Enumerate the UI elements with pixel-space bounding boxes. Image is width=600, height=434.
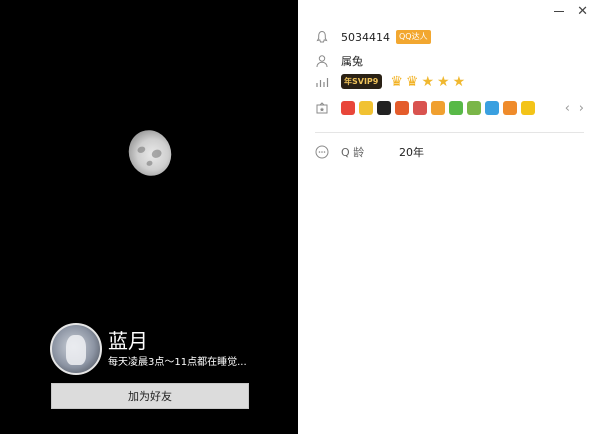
crown-icon: ♛ xyxy=(405,73,419,90)
close-icon[interactable]: ✕ xyxy=(577,5,588,18)
star-icon: ★ xyxy=(452,73,466,90)
qq-red-icon[interactable] xyxy=(395,101,409,115)
star-icon: ★ xyxy=(437,73,450,90)
qq-number: 5034414 xyxy=(341,30,390,44)
nickname: 蓝月 xyxy=(108,329,148,353)
q-age-value: 20年 xyxy=(399,146,424,159)
level-row: 年SVIP9 ♛ ♛ ★ ★ ★ xyxy=(315,74,465,89)
qq-fan-icon[interactable] xyxy=(449,101,463,115)
minimize-icon[interactable] xyxy=(554,11,564,12)
service-icon xyxy=(315,101,329,115)
qq-number-row: 5034414 QQ达人 xyxy=(315,30,431,44)
star-icon: ★ xyxy=(421,73,435,90)
qq-bin-icon[interactable] xyxy=(467,101,481,115)
penguin-icon xyxy=(315,30,329,44)
add-friend-button[interactable]: 加为好友 xyxy=(51,383,249,409)
qq-mail-icon[interactable] xyxy=(413,101,427,115)
zodiac-text: 属兔 xyxy=(341,55,363,68)
level-chart-icon xyxy=(315,75,329,89)
qq-diamond-icon[interactable] xyxy=(521,101,535,115)
profile-info-panel: ✕ 5034414 QQ达人 属兔 年SVIP9 ♛ ♛ ★ ★ ★ ‹ › Q… xyxy=(298,0,600,434)
moon-crater xyxy=(145,159,154,167)
more-icon xyxy=(315,145,329,159)
moon-crater xyxy=(136,145,147,154)
qq-penguin-icon[interactable] xyxy=(377,101,391,115)
signature: 每天凌晨3点～11点都在睡觉... xyxy=(108,357,247,368)
moon-image xyxy=(122,124,178,182)
qq-show-icon[interactable] xyxy=(341,101,355,115)
services-row xyxy=(315,101,535,115)
level-icons[interactable]: ♛ ♛ ★ ★ ★ xyxy=(390,75,465,89)
qq-expert-badge[interactable]: QQ达人 xyxy=(396,30,431,44)
qq-cloud-icon[interactable] xyxy=(485,101,499,115)
svip-badge[interactable]: 年SVIP9 xyxy=(341,74,383,89)
user-icon xyxy=(315,54,329,68)
qq-pet-icon[interactable] xyxy=(359,101,373,115)
avatar-figure xyxy=(66,335,86,365)
chevron-left-icon[interactable]: ‹ xyxy=(565,101,570,116)
profile-cover-panel: 蓝月 每天凌晨3点～11点都在睡觉... 加为好友 xyxy=(0,0,298,434)
avatar[interactable] xyxy=(50,323,102,375)
chevron-right-icon[interactable]: › xyxy=(579,101,584,116)
service-icon-list[interactable] xyxy=(341,101,535,115)
qq-music-icon[interactable] xyxy=(431,101,445,115)
q-age-row: Q 龄 20年 xyxy=(315,144,424,160)
qq-game-icon[interactable] xyxy=(503,101,517,115)
zodiac-row: 属兔 xyxy=(315,53,363,69)
crown-icon: ♛ xyxy=(390,73,403,90)
q-age-label: Q 龄 xyxy=(341,146,365,159)
divider xyxy=(315,132,584,133)
moon-crater xyxy=(150,148,163,160)
